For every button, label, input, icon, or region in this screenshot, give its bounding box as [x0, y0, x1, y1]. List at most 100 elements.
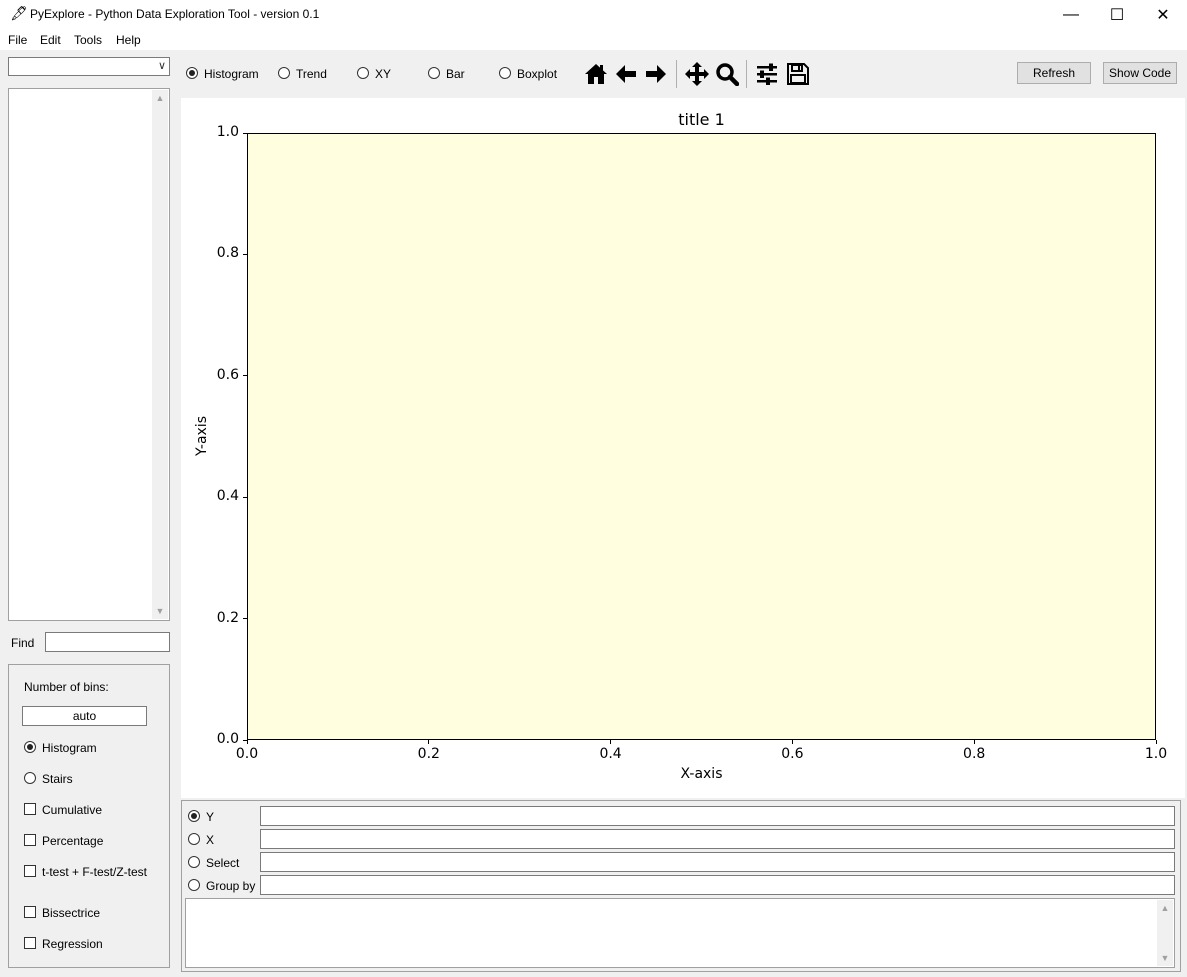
- histogram-mode-label: Histogram: [42, 741, 97, 755]
- save-icon: [787, 63, 809, 85]
- y-tick-label: 0.4: [216, 488, 239, 505]
- scroll-down-icon[interactable]: ▼: [1157, 950, 1173, 966]
- query-select-radio[interactable]: [188, 856, 200, 868]
- cumulative-checkbox[interactable]: [24, 803, 36, 815]
- histogram-mode-radio[interactable]: [24, 741, 36, 753]
- query-groupby-input[interactable]: [260, 875, 1175, 895]
- menu-file[interactable]: File: [8, 33, 27, 47]
- x-tick-label: 0.8: [963, 746, 986, 762]
- y-tick-label: 0.6: [216, 366, 239, 383]
- x-axis-label: X-axis: [680, 766, 723, 782]
- query-x-radio[interactable]: [188, 833, 200, 845]
- regression-checkbox[interactable]: [24, 937, 36, 949]
- y-tick-label: 0.0: [216, 731, 239, 747]
- zoom-button[interactable]: [712, 60, 742, 88]
- plot-type-radio-boxplot[interactable]: [499, 67, 511, 79]
- code-textarea[interactable]: ▲ ▼: [185, 898, 1175, 968]
- y-tick-mark: [243, 618, 247, 620]
- plot-type-radio-trend[interactable]: [278, 67, 290, 79]
- dataset-combo[interactable]: ∨: [8, 57, 170, 76]
- minimize-button[interactable]: —: [1048, 0, 1094, 30]
- chevron-down-icon[interactable]: ∨: [158, 59, 166, 72]
- scroll-up-icon[interactable]: ▲: [152, 90, 168, 106]
- radio-selected-dot: [189, 70, 195, 76]
- plot-type-radio-histogram[interactable]: [186, 67, 198, 79]
- show-code-button[interactable]: Show Code: [1103, 62, 1177, 84]
- query-groupby-label: Group by: [206, 879, 256, 893]
- plot-type-radio-xy[interactable]: [357, 67, 369, 79]
- maximize-icon: ☐: [1109, 7, 1125, 24]
- query-x-label: X: [206, 833, 215, 847]
- menu-edit[interactable]: Edit: [40, 33, 61, 47]
- window-title: PyExplore - Python Data Exploration Tool…: [30, 7, 320, 21]
- bins-label: Number of bins:: [24, 680, 109, 694]
- x-tick-mark: [428, 740, 430, 744]
- menu-help[interactable]: Help: [116, 33, 141, 47]
- query-select-input[interactable]: [260, 852, 1175, 872]
- close-button[interactable]: ✕: [1140, 0, 1186, 30]
- maximize-button[interactable]: ☐: [1094, 0, 1140, 30]
- radio-selected-dot: [27, 744, 33, 750]
- menu-tools[interactable]: Tools: [74, 33, 102, 47]
- back-button[interactable]: [611, 60, 641, 88]
- query-groupby-radio[interactable]: [188, 879, 200, 891]
- toolbar-separator: [676, 60, 677, 88]
- plot-type-label-boxplot: Boxplot: [517, 67, 558, 81]
- listbox-scrollbar[interactable]: ▲ ▼: [152, 90, 168, 619]
- close-icon: ✕: [1156, 7, 1170, 24]
- bins-input[interactable]: auto: [22, 706, 147, 726]
- bins-input-value: auto: [72, 709, 97, 723]
- y-axis-label: Y-axis: [194, 416, 210, 456]
- back-arrow-icon: [616, 65, 636, 83]
- x-tick-label: 1.0: [1144, 746, 1168, 762]
- cumulative-label: Cumulative: [42, 803, 103, 817]
- x-tick-label: 0.6: [781, 746, 804, 762]
- stairs-mode-label: Stairs: [42, 772, 73, 786]
- x-tick-mark: [973, 740, 975, 744]
- home-button[interactable]: [581, 60, 611, 88]
- code-scrollbar[interactable]: ▲ ▼: [1157, 900, 1173, 966]
- plot-type-radio-bar[interactable]: [428, 67, 440, 79]
- x-tick-mark: [1155, 740, 1157, 744]
- query-select-label: Select: [206, 856, 240, 870]
- y-tick-mark: [243, 496, 247, 498]
- forward-button[interactable]: [641, 60, 671, 88]
- y-tick-mark: [243, 739, 247, 741]
- plot-type-label-histogram: Histogram: [204, 67, 259, 81]
- plot-type-label-bar: Bar: [446, 67, 465, 81]
- configure-subplots-button[interactable]: [752, 60, 782, 88]
- ttest-label: t-test + F-test/Z-test: [42, 865, 148, 879]
- plot-area[interactable]: [247, 133, 1156, 740]
- ttest-checkbox[interactable]: [24, 865, 36, 877]
- scroll-up-icon[interactable]: ▲: [1157, 900, 1173, 916]
- x-tick-mark: [791, 740, 793, 744]
- percentage-checkbox[interactable]: [24, 834, 36, 846]
- plot-type-label-trend: Trend: [296, 67, 327, 81]
- save-figure-button[interactable]: [783, 60, 813, 88]
- x-tick-label: 0.2: [417, 746, 440, 762]
- query-y-radio[interactable]: [188, 810, 200, 822]
- radio-selected-dot: [191, 813, 197, 819]
- pan-icon: [685, 62, 709, 86]
- pan-button[interactable]: [682, 60, 712, 88]
- query-y-input[interactable]: [260, 806, 1175, 826]
- x-tick-mark: [610, 740, 612, 744]
- scroll-down-icon[interactable]: ▼: [152, 603, 168, 619]
- title-bar: 🖋 PyExplore - Python Data Exploration To…: [0, 0, 1187, 30]
- query-x-input[interactable]: [260, 829, 1175, 849]
- refresh-button[interactable]: Refresh: [1017, 62, 1091, 84]
- app-feather-icon: 🖋: [10, 5, 28, 21]
- toolbar-separator: [746, 60, 747, 88]
- column-listbox[interactable]: ▲ ▼: [8, 88, 170, 621]
- minimize-icon: —: [1063, 6, 1079, 23]
- find-input[interactable]: [45, 632, 170, 652]
- bissectrice-checkbox[interactable]: [24, 906, 36, 918]
- y-tick-mark: [243, 375, 247, 377]
- chart-title: title 1: [678, 110, 725, 129]
- y-tick-label: 1.0: [216, 124, 239, 140]
- y-tick-label: 0.8: [216, 245, 239, 262]
- y-tick-mark: [243, 132, 247, 134]
- regression-label: Regression: [42, 937, 103, 951]
- percentage-label: Percentage: [42, 834, 104, 848]
- stairs-mode-radio[interactable]: [24, 772, 36, 784]
